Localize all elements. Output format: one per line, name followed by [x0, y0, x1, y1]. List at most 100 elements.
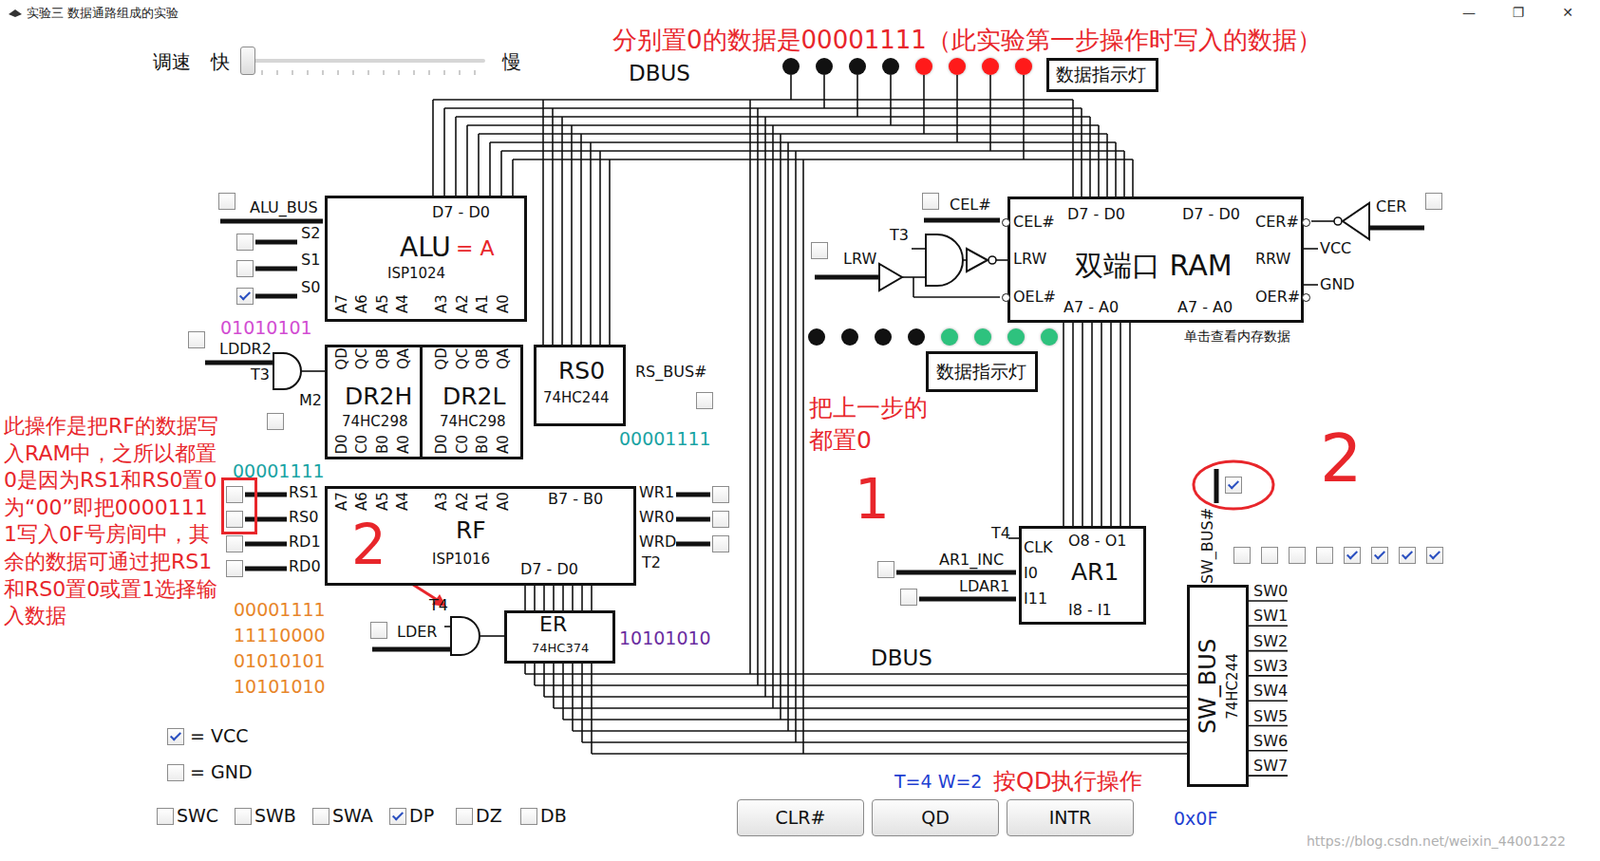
enable-checkbox[interactable] — [1224, 476, 1243, 494]
speed-slow-label: 慢 — [502, 50, 522, 74]
pin-label: A2 — [453, 294, 471, 314]
chip-model: 74HC374 — [531, 640, 589, 657]
register-value: 00001111 — [232, 460, 325, 483]
mode-checkbox[interactable] — [156, 808, 174, 826]
chip-enable-checkbox[interactable] — [922, 192, 940, 210]
data-switch[interactable] — [1233, 546, 1251, 565]
control-label: SW_BUS# — [1198, 508, 1217, 584]
load-checkbox[interactable] — [900, 588, 918, 606]
title-bar: 实验三 数据通路组成的实验 —❐✕ — [0, 0, 1600, 26]
annotation: 按QD执行操作 — [993, 768, 1143, 796]
legend-checkbox[interactable] — [167, 728, 185, 746]
step-button[interactable]: QD — [871, 799, 999, 837]
pin-label: SW1 — [1253, 606, 1288, 625]
register-value: 11110000 — [233, 624, 326, 647]
pin-label: D7 - D0 — [1182, 205, 1241, 224]
select-checkbox[interactable] — [236, 233, 254, 251]
clock-label: T2 — [641, 553, 661, 572]
write-checkbox[interactable] — [712, 510, 730, 528]
pin-label: B0 — [374, 434, 392, 454]
clear-button[interactable]: CLR# — [736, 799, 865, 837]
data-switch[interactable] — [1316, 546, 1334, 565]
mode-checkbox[interactable] — [455, 808, 473, 826]
indicator-led — [874, 328, 892, 346]
control-label: ALU_BUS — [249, 198, 319, 217]
alu-function: = A — [455, 236, 494, 262]
indicator-led — [941, 328, 959, 346]
control-label: LRW — [843, 249, 877, 268]
alu-bus-checkbox[interactable] — [218, 192, 236, 210]
clock-label: T4 — [991, 524, 1011, 543]
pin-label: D7 - D0 — [432, 203, 490, 222]
data-switch[interactable] — [1426, 546, 1444, 565]
memory-view-link[interactable]: 单击查看内存数据 — [1184, 328, 1291, 345]
control-label: AR1_INC — [939, 550, 1004, 569]
speed-thumb[interactable] — [240, 46, 256, 76]
chip-model: 74HC298 — [439, 413, 506, 431]
mode-checkbox[interactable] — [266, 413, 284, 431]
pin-label: O8 - O1 — [1068, 531, 1128, 550]
close-button[interactable]: ✕ — [1543, 2, 1593, 23]
mode-checkbox[interactable] — [389, 808, 407, 826]
pin-label: A7 - A0 — [1177, 298, 1233, 317]
write-checkbox[interactable] — [712, 486, 730, 504]
pin-label: SW5 — [1253, 707, 1288, 726]
load-checkbox[interactable] — [188, 331, 206, 349]
register-select-checkbox[interactable] — [225, 510, 244, 528]
data-switch[interactable] — [1288, 546, 1306, 565]
window-title: 实验三 数据通路组成的实验 — [26, 3, 179, 23]
data-switch[interactable] — [1371, 546, 1389, 565]
register-select-checkbox[interactable] — [225, 560, 244, 578]
pin-label: B0 — [473, 434, 491, 454]
interrupt-button[interactable]: INTR — [1006, 799, 1134, 837]
pin-label: D0 — [432, 433, 451, 454]
pin-label: A0 — [494, 294, 512, 314]
enable-checkbox[interactable] — [696, 392, 714, 410]
increment-checkbox[interactable] — [877, 561, 895, 579]
chip-model: 74HC298 — [341, 413, 408, 431]
mode-checkbox[interactable] — [234, 808, 252, 826]
inverter-bubble — [1301, 218, 1311, 227]
pin-label: A1 — [473, 294, 491, 314]
select-checkbox[interactable] — [236, 260, 254, 278]
pin-label: OEL# — [1013, 287, 1056, 306]
indicator-led — [782, 57, 800, 76]
chip-name: SW_BUS — [1194, 639, 1223, 735]
chip-enable-checkbox[interactable] — [1425, 192, 1443, 210]
register-name: RS0 — [558, 357, 605, 386]
pin-label: I8 - I1 — [1068, 601, 1112, 620]
control-label: WRD — [639, 532, 677, 551]
indicator-led — [1040, 328, 1058, 346]
register-select-checkbox[interactable] — [225, 535, 244, 553]
minimize-button[interactable]: — — [1444, 2, 1494, 23]
control-label: CEL# — [949, 195, 992, 214]
speed-fast-label: 快 — [210, 50, 230, 74]
data-switch[interactable] — [1398, 546, 1416, 565]
pin-label: LRW — [1013, 249, 1047, 268]
data-switch[interactable] — [1343, 546, 1361, 565]
legend-checkbox[interactable] — [167, 764, 185, 782]
speed-slider[interactable] — [240, 58, 486, 63]
select-checkbox[interactable] — [236, 287, 254, 305]
maximize-button[interactable]: ❐ — [1493, 2, 1544, 23]
read-write-checkbox[interactable] — [810, 242, 829, 260]
pin-label: A6 — [353, 491, 371, 511]
write-checkbox[interactable] — [712, 535, 730, 553]
data-switch[interactable] — [1261, 546, 1279, 565]
pin-label: C0 — [353, 434, 371, 454]
register-name: ER — [539, 612, 567, 638]
register-select-checkbox[interactable] — [225, 486, 244, 504]
load-checkbox[interactable] — [370, 621, 388, 640]
register-value: 01010101 — [233, 650, 326, 673]
register-value: 10101010 — [619, 627, 712, 650]
pin-label: SW7 — [1253, 756, 1288, 775]
chip-model: ISP1024 — [387, 264, 446, 283]
control-label: RS0 — [288, 508, 319, 527]
indicator-led — [915, 57, 933, 76]
pin-label: QB — [374, 348, 392, 370]
mode-checkbox[interactable] — [312, 808, 330, 826]
mode-checkbox[interactable] — [520, 808, 538, 826]
pin-label: D0 — [333, 433, 351, 454]
step-number: 1 — [854, 471, 890, 528]
watermark: https://blog.csdn.net/weixin_44001222 — [1306, 833, 1566, 850]
